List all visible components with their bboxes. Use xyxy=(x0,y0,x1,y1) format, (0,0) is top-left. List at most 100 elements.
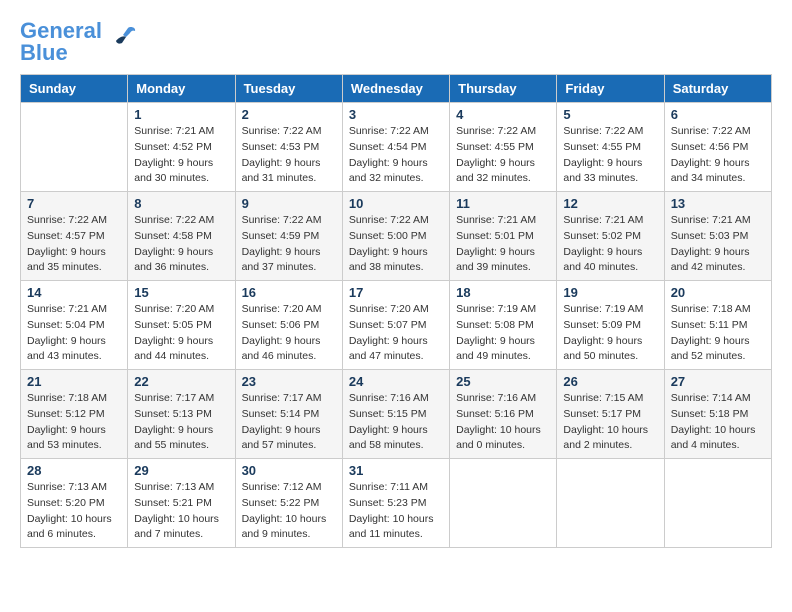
day-number: 22 xyxy=(134,374,228,389)
logo-text: General xyxy=(20,20,102,42)
calendar-cell: 7 Sunrise: 7:22 AMSunset: 4:57 PMDaylight… xyxy=(21,192,128,281)
day-info: Sunrise: 7:22 AMSunset: 5:00 PMDaylight:… xyxy=(349,213,443,276)
day-info: Sunrise: 7:18 AMSunset: 5:12 PMDaylight:… xyxy=(27,391,121,454)
day-number: 8 xyxy=(134,196,228,211)
day-number: 14 xyxy=(27,285,121,300)
col-header-sunday: Sunday xyxy=(21,75,128,103)
day-info: Sunrise: 7:22 AMSunset: 4:54 PMDaylight:… xyxy=(349,124,443,187)
calendar-cell: 21 Sunrise: 7:18 AMSunset: 5:12 PMDayligh… xyxy=(21,370,128,459)
calendar-cell: 22 Sunrise: 7:17 AMSunset: 5:13 PMDayligh… xyxy=(128,370,235,459)
calendar-cell xyxy=(664,459,771,548)
day-number: 10 xyxy=(349,196,443,211)
day-number: 9 xyxy=(242,196,336,211)
calendar-cell: 28 Sunrise: 7:13 AMSunset: 5:20 PMDayligh… xyxy=(21,459,128,548)
day-info: Sunrise: 7:14 AMSunset: 5:18 PMDaylight:… xyxy=(671,391,765,454)
calendar-week-row: 7 Sunrise: 7:22 AMSunset: 4:57 PMDaylight… xyxy=(21,192,772,281)
day-number: 19 xyxy=(563,285,657,300)
calendar-header-row: SundayMondayTuesdayWednesdayThursdayFrid… xyxy=(21,75,772,103)
calendar-cell: 31Sunrise: 7:11 AMSunset: 5:23 PMDayligh… xyxy=(342,459,449,548)
calendar-cell: 18Sunrise: 7:19 AMSunset: 5:08 PMDayligh… xyxy=(450,281,557,370)
calendar-cell: 26Sunrise: 7:15 AMSunset: 5:17 PMDayligh… xyxy=(557,370,664,459)
day-info: Sunrise: 7:21 AMSunset: 5:01 PMDaylight:… xyxy=(456,213,550,276)
day-info: Sunrise: 7:22 AMSunset: 4:57 PMDaylight:… xyxy=(27,213,121,276)
page-header: General Blue xyxy=(20,20,772,64)
day-info: Sunrise: 7:16 AMSunset: 5:15 PMDaylight:… xyxy=(349,391,443,454)
calendar-cell: 9 Sunrise: 7:22 AMSunset: 4:59 PMDaylight… xyxy=(235,192,342,281)
col-header-thursday: Thursday xyxy=(450,75,557,103)
day-number: 25 xyxy=(456,374,550,389)
day-number: 12 xyxy=(563,196,657,211)
day-info: Sunrise: 7:21 AMSunset: 5:03 PMDaylight:… xyxy=(671,213,765,276)
calendar-cell: 6Sunrise: 7:22 AMSunset: 4:56 PMDaylight… xyxy=(664,103,771,192)
calendar-cell: 14 Sunrise: 7:21 AMSunset: 5:04 PMDayligh… xyxy=(21,281,128,370)
day-info: Sunrise: 7:22 AMSunset: 4:59 PMDaylight:… xyxy=(242,213,336,276)
calendar-cell: 12 Sunrise: 7:21 AMSunset: 5:02 PMDayligh… xyxy=(557,192,664,281)
calendar-cell: 24 Sunrise: 7:16 AMSunset: 5:15 PMDayligh… xyxy=(342,370,449,459)
day-number: 21 xyxy=(27,374,121,389)
logo: General Blue xyxy=(20,20,138,64)
day-number: 1 xyxy=(134,107,228,122)
day-number: 23 xyxy=(242,374,336,389)
calendar-week-row: 28 Sunrise: 7:13 AMSunset: 5:20 PMDayligh… xyxy=(21,459,772,548)
day-number: 7 xyxy=(27,196,121,211)
day-info: Sunrise: 7:20 AMSunset: 5:05 PMDaylight:… xyxy=(134,302,228,365)
col-header-saturday: Saturday xyxy=(664,75,771,103)
day-number: 3 xyxy=(349,107,443,122)
calendar-cell: 30 Sunrise: 7:12 AMSunset: 5:22 PMDayligh… xyxy=(235,459,342,548)
day-number: 24 xyxy=(349,374,443,389)
calendar-cell: 27Sunrise: 7:14 AMSunset: 5:18 PMDayligh… xyxy=(664,370,771,459)
day-number: 5 xyxy=(563,107,657,122)
col-header-tuesday: Tuesday xyxy=(235,75,342,103)
calendar-cell: 2 Sunrise: 7:22 AMSunset: 4:53 PMDaylight… xyxy=(235,103,342,192)
day-info: Sunrise: 7:13 AMSunset: 5:20 PMDaylight:… xyxy=(27,480,121,543)
day-number: 15 xyxy=(134,285,228,300)
day-info: Sunrise: 7:20 AMSunset: 5:06 PMDaylight:… xyxy=(242,302,336,365)
logo-bird-icon xyxy=(108,23,138,58)
day-number: 29 xyxy=(134,463,228,478)
calendar-cell: 3 Sunrise: 7:22 AMSunset: 4:54 PMDaylight… xyxy=(342,103,449,192)
logo-blue: Blue xyxy=(20,42,102,64)
calendar-cell: 13Sunrise: 7:21 AMSunset: 5:03 PMDayligh… xyxy=(664,192,771,281)
col-header-wednesday: Wednesday xyxy=(342,75,449,103)
day-number: 28 xyxy=(27,463,121,478)
calendar-cell: 10 Sunrise: 7:22 AMSunset: 5:00 PMDayligh… xyxy=(342,192,449,281)
calendar-week-row: 14 Sunrise: 7:21 AMSunset: 5:04 PMDayligh… xyxy=(21,281,772,370)
day-info: Sunrise: 7:20 AMSunset: 5:07 PMDaylight:… xyxy=(349,302,443,365)
calendar-cell: 4Sunrise: 7:22 AMSunset: 4:55 PMDaylight… xyxy=(450,103,557,192)
day-number: 20 xyxy=(671,285,765,300)
day-info: Sunrise: 7:19 AMSunset: 5:08 PMDaylight:… xyxy=(456,302,550,365)
day-number: 2 xyxy=(242,107,336,122)
calendar-cell: 8 Sunrise: 7:22 AMSunset: 4:58 PMDaylight… xyxy=(128,192,235,281)
col-header-monday: Monday xyxy=(128,75,235,103)
calendar-cell xyxy=(557,459,664,548)
calendar-cell: 16Sunrise: 7:20 AMSunset: 5:06 PMDayligh… xyxy=(235,281,342,370)
calendar-cell: 23Sunrise: 7:17 AMSunset: 5:14 PMDayligh… xyxy=(235,370,342,459)
day-info: Sunrise: 7:12 AMSunset: 5:22 PMDaylight:… xyxy=(242,480,336,543)
day-info: Sunrise: 7:22 AMSunset: 4:53 PMDaylight:… xyxy=(242,124,336,187)
day-number: 17 xyxy=(349,285,443,300)
day-info: Sunrise: 7:21 AMSunset: 5:04 PMDaylight:… xyxy=(27,302,121,365)
day-info: Sunrise: 7:22 AMSunset: 4:56 PMDaylight:… xyxy=(671,124,765,187)
calendar-cell: 20 Sunrise: 7:18 AMSunset: 5:11 PMDayligh… xyxy=(664,281,771,370)
day-info: Sunrise: 7:16 AMSunset: 5:16 PMDaylight:… xyxy=(456,391,550,454)
calendar-cell: 19 Sunrise: 7:19 AMSunset: 5:09 PMDayligh… xyxy=(557,281,664,370)
day-info: Sunrise: 7:21 AMSunset: 4:52 PMDaylight:… xyxy=(134,124,228,187)
day-info: Sunrise: 7:19 AMSunset: 5:09 PMDaylight:… xyxy=(563,302,657,365)
calendar-cell: 25 Sunrise: 7:16 AMSunset: 5:16 PMDayligh… xyxy=(450,370,557,459)
calendar-cell xyxy=(21,103,128,192)
day-number: 30 xyxy=(242,463,336,478)
day-info: Sunrise: 7:22 AMSunset: 4:55 PMDaylight:… xyxy=(563,124,657,187)
day-number: 4 xyxy=(456,107,550,122)
calendar-cell: 29 Sunrise: 7:13 AMSunset: 5:21 PMDayligh… xyxy=(128,459,235,548)
day-info: Sunrise: 7:18 AMSunset: 5:11 PMDaylight:… xyxy=(671,302,765,365)
day-info: Sunrise: 7:17 AMSunset: 5:13 PMDaylight:… xyxy=(134,391,228,454)
day-info: Sunrise: 7:11 AMSunset: 5:23 PMDaylight:… xyxy=(349,480,443,543)
day-info: Sunrise: 7:22 AMSunset: 4:58 PMDaylight:… xyxy=(134,213,228,276)
calendar-cell: 1 Sunrise: 7:21 AMSunset: 4:52 PMDaylight… xyxy=(128,103,235,192)
day-info: Sunrise: 7:21 AMSunset: 5:02 PMDaylight:… xyxy=(563,213,657,276)
calendar-cell: 5 Sunrise: 7:22 AMSunset: 4:55 PMDaylight… xyxy=(557,103,664,192)
calendar-cell: 17 Sunrise: 7:20 AMSunset: 5:07 PMDayligh… xyxy=(342,281,449,370)
calendar-cell: 15 Sunrise: 7:20 AMSunset: 5:05 PMDayligh… xyxy=(128,281,235,370)
day-info: Sunrise: 7:13 AMSunset: 5:21 PMDaylight:… xyxy=(134,480,228,543)
day-info: Sunrise: 7:15 AMSunset: 5:17 PMDaylight:… xyxy=(563,391,657,454)
